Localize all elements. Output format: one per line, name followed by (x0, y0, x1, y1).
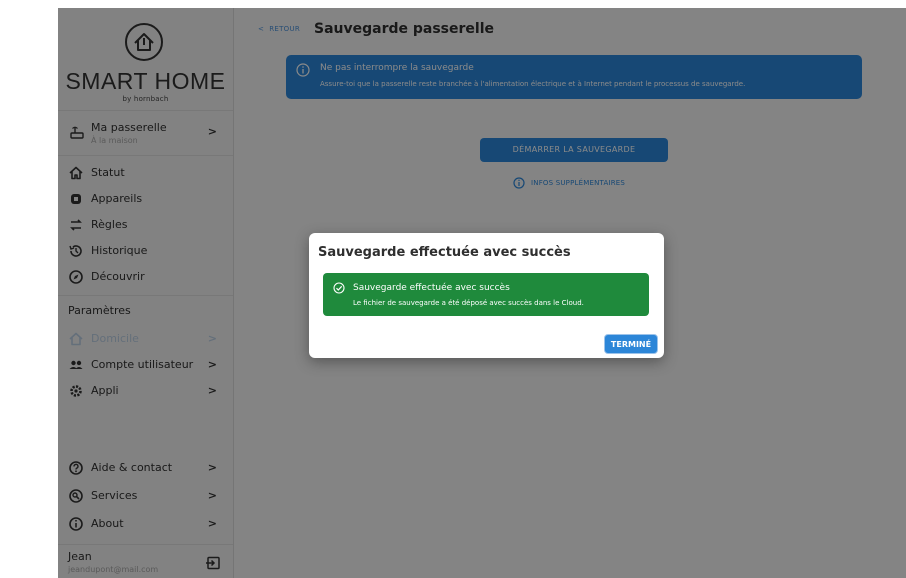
success-message: Sauvegarde effectuée avec succès Le fich… (323, 273, 649, 316)
dialog-title: Sauvegarde effectuée avec succès (318, 245, 571, 260)
app-window: SMART HOME by hornbach Ma passerelle À l… (58, 8, 906, 578)
success-dialog: Sauvegarde effectuée avec succès Sauvega… (309, 233, 664, 358)
check-circle-icon (333, 282, 345, 294)
success-text: Le fichier de sauvegarde a été déposé av… (353, 299, 584, 307)
success-title: Sauvegarde effectuée avec succès (353, 283, 510, 293)
modal-overlay[interactable]: Sauvegarde effectuée avec succès Sauvega… (58, 8, 906, 578)
window-left-gutter (0, 8, 59, 578)
done-button[interactable]: TERMINÉ (604, 334, 658, 354)
